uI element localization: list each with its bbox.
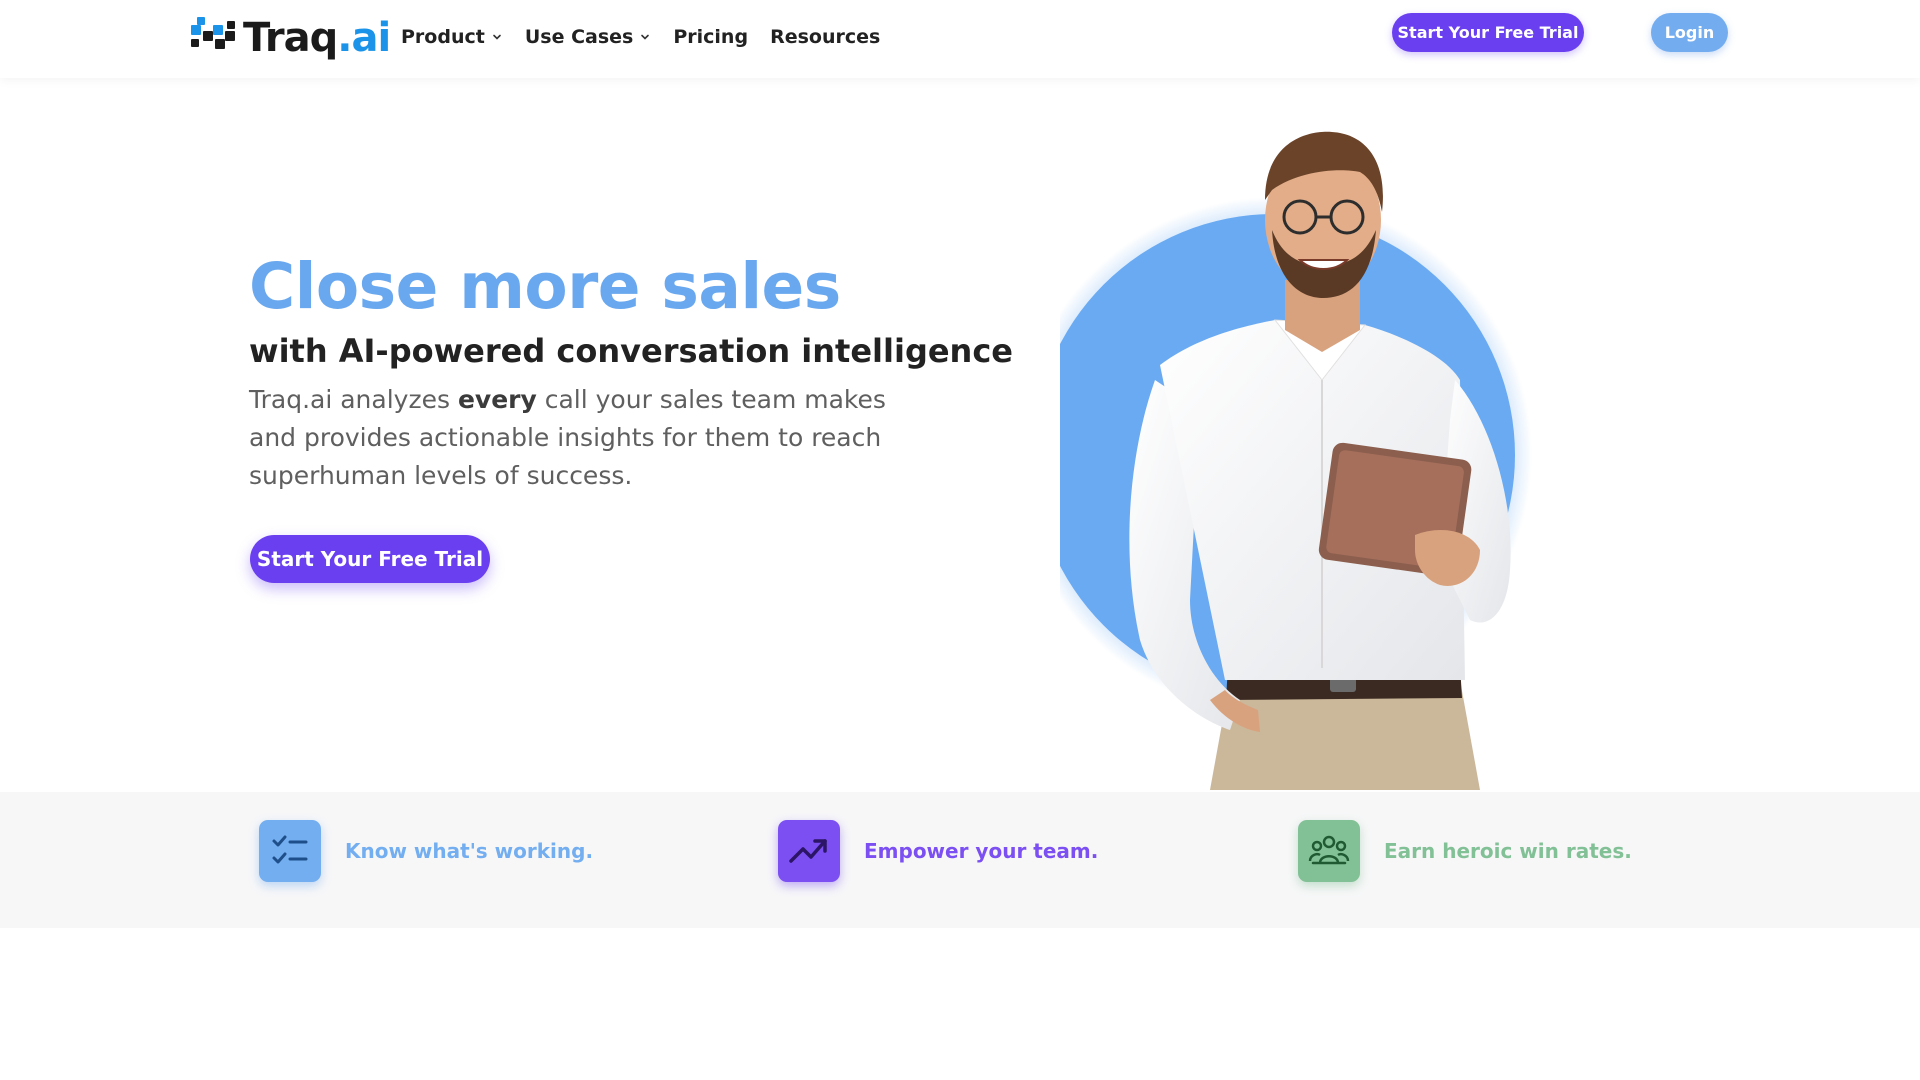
logo-text-main: Traq [243,15,338,61]
logo-mark-icon [191,17,245,59]
nav-resources[interactable]: Resources [770,26,880,48]
nav-use-cases-label: Use Cases [524,26,634,48]
nav-resources-label: Resources [770,26,881,48]
hero-title: Close more sales [249,250,841,323]
feature-heroic-win-rates: Earn heroic win rates. [1298,820,1632,882]
logo-wordmark: Traq.ai [243,15,391,61]
chevron-down-icon [641,34,650,40]
chevron-down-icon [493,34,501,40]
hero-desc-start: Traq.ai analyzes [249,385,458,414]
nav-product-label: Product [401,26,485,48]
features-strip: Know what's working. Empower your team. … [0,792,1920,928]
feature-know-whats-working: Know what's working. [259,820,593,882]
main-nav: Product Use Cases Pricing Resources [401,26,902,48]
hero-desc-emphasis: every [457,385,537,414]
hero-free-trial-button[interactable]: Start Your Free Trial [250,535,490,583]
feature-empower-team: Empower your team. [778,820,1098,882]
nav-use-cases[interactable]: Use Cases [525,26,652,48]
hero-subtitle: with AI-powered conversation intelligenc… [249,332,1013,370]
trending-up-icon [778,820,840,882]
hero-person-image [1060,131,1532,790]
feature-label-empower: Empower your team. [864,839,1099,863]
login-button[interactable]: Login [1651,13,1728,52]
checklist-icon [259,820,321,882]
hero-description: Traq.ai analyzes every call your sales t… [249,381,929,495]
header-free-trial-button[interactable]: Start Your Free Trial [1392,13,1584,52]
feature-label-win-rates: Earn heroic win rates. [1384,839,1632,863]
feature-label-working: Know what's working. [345,839,594,863]
site-header: Traq.ai Product Use Cases Pricing Resour… [0,0,1920,78]
nav-pricing-label: Pricing [673,26,749,48]
team-icon [1298,820,1360,882]
logo-text-suffix: .ai [337,15,391,61]
nav-product[interactable]: Product [401,26,503,48]
nav-pricing[interactable]: Pricing [673,26,748,48]
traq-logo[interactable]: Traq.ai [191,15,391,61]
